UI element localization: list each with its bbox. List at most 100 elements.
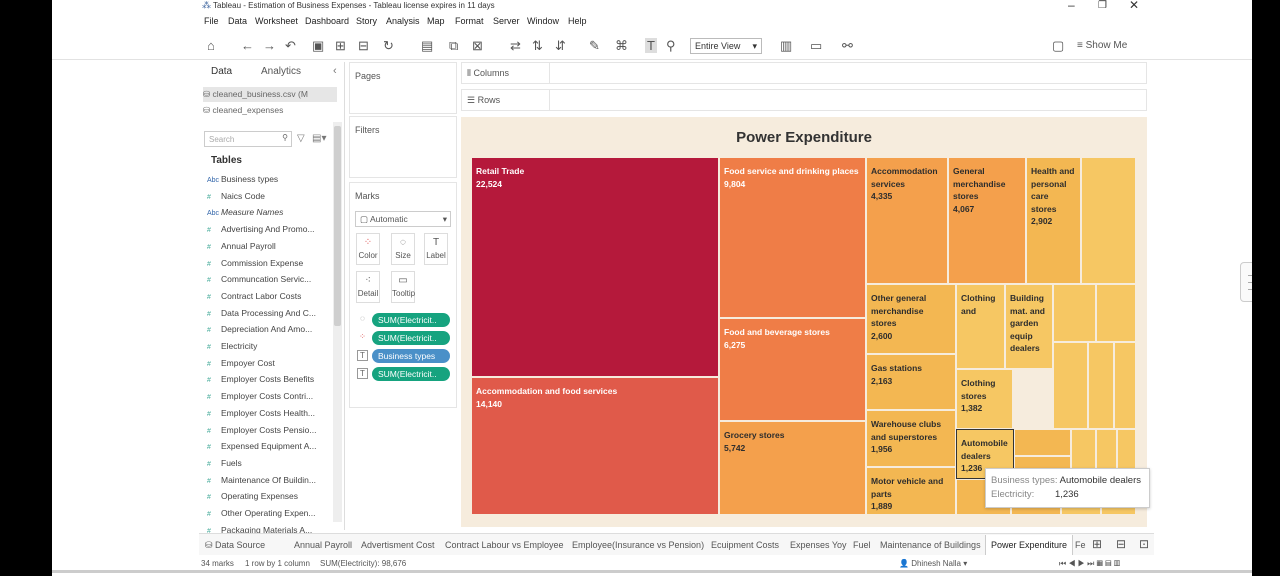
tab-fuel[interactable]: Fuel <box>853 540 871 550</box>
field-item[interactable]: # Empoyer Cost <box>207 358 329 374</box>
label-button[interactable]: T Label <box>424 233 448 265</box>
tab-data[interactable]: Data <box>211 66 232 77</box>
menu-server[interactable]: Server <box>493 16 520 26</box>
menu-window[interactable]: Window <box>527 16 559 26</box>
mark-type-dropdown[interactable]: ▢ Automatic ▾ <box>355 211 451 227</box>
filter-icon[interactable]: ▽ <box>297 133 305 144</box>
label-value-pill[interactable]: SUM(Electricit.. <box>372 367 450 381</box>
menu-worksheet[interactable]: Worksheet <box>255 16 298 26</box>
tab-data-source[interactable]: ⛁ Data Source <box>205 540 265 551</box>
clear-sheet-icon[interactable]: ⊠ <box>472 38 483 54</box>
field-item[interactable]: # Employer Costs Health... <box>207 408 329 424</box>
scrollbar-thumb[interactable] <box>334 126 341 326</box>
treemap-cell[interactable]: Food service and drinking places 9,804 <box>719 157 866 318</box>
field-item[interactable]: # Commission Expense <box>207 258 329 274</box>
field-item[interactable]: Abc Measure Names <box>207 207 329 223</box>
new-worksheet-icon[interactable]: ▤ <box>421 38 433 54</box>
show-hide-cards-icon[interactable]: ▥ <box>780 38 792 54</box>
treemap-cell[interactable]: Accommodation services 4,335 <box>866 157 948 284</box>
field-item[interactable]: # Depreciation And Amo... <box>207 324 329 340</box>
field-item[interactable]: # Communcation Servic... <box>207 274 329 290</box>
treemap-cell[interactable]: Warehouse clubs and superstores 1,956 <box>866 410 956 467</box>
menu-story[interactable]: Story <box>356 16 377 26</box>
treemap-cell[interactable]: Clothing stores 1,382 <box>956 369 1013 429</box>
color-pill[interactable]: SUM(Electricit.. <box>372 331 450 345</box>
show-me-button[interactable]: ≡ Show Me <box>1077 40 1127 51</box>
menu-help[interactable]: Help <box>568 16 587 26</box>
field-item[interactable]: # Employer Costs Pensio... <box>207 425 329 441</box>
field-item[interactable]: Abc Business types <box>207 174 329 190</box>
fit-dropdown[interactable]: Entire View ▾ <box>690 38 762 54</box>
tab-expenses-yoy[interactable]: Expenses Yoy <box>790 540 847 550</box>
field-item[interactable]: # Maintenance Of Buildin... <box>207 475 329 491</box>
tab-contract-labour[interactable]: Contract Labour vs Employee <box>445 540 564 550</box>
treemap-cell[interactable] <box>1053 284 1096 342</box>
new-dashboard-icon[interactable]: ⊟ <box>1116 537 1126 551</box>
new-datasource-icon[interactable]: ⊞ <box>335 38 346 54</box>
treemap-cell[interactable]: Motor vehicle and parts 1,889 <box>866 467 956 515</box>
treemap-cell[interactable] <box>1114 342 1136 429</box>
duplicate-icon[interactable]: ⧉ <box>449 38 458 54</box>
treemap-cell[interactable]: Building mat. and garden equip dealers <box>1005 284 1053 369</box>
treemap-cell[interactable]: Retail Trade 22,524 <box>471 157 719 377</box>
menu-format[interactable]: Format <box>455 16 484 26</box>
treemap-cell[interactable]: Food and beverage stores 6,275 <box>719 318 866 421</box>
refresh-icon[interactable]: ↻ <box>383 38 394 54</box>
treemap-cell[interactable]: Grocery stores 5,742 <box>719 421 866 515</box>
detail-button[interactable]: ⁖ Detail <box>356 271 380 303</box>
datasource-business[interactable]: ⛁ cleaned_business.csv (M <box>203 87 337 102</box>
home-icon[interactable]: ⌂ <box>207 38 215 53</box>
swap-icon[interactable]: ⇄ <box>510 38 521 54</box>
back-icon[interactable]: ← <box>241 38 254 53</box>
field-item[interactable]: # Data Processing And C... <box>207 308 329 324</box>
treemap-cell[interactable]: Clothing and <box>956 284 1005 369</box>
collapse-icon[interactable]: ‹ <box>333 65 337 77</box>
highlight-icon[interactable]: ✎ <box>589 38 600 54</box>
field-item[interactable]: # Electricity <box>207 341 329 357</box>
size-button[interactable]: ◌ Size <box>391 233 415 265</box>
sort-desc-icon[interactable]: ⇵ <box>555 38 566 54</box>
tab-fe[interactable]: Fe <box>1075 540 1086 550</box>
field-item[interactable]: # Other Operating Expen... <box>207 508 329 524</box>
field-item[interactable]: # Fuels <box>207 458 329 474</box>
rows-shelf[interactable]: ☰ Rows <box>461 89 1147 111</box>
comment-icon[interactable]: ▢ <box>1052 38 1064 54</box>
tab-annual-payroll[interactable]: Annual Payroll <box>294 540 352 550</box>
tab-ecuipment-costs[interactable]: Ecuipment Costs <box>711 540 779 550</box>
filters-shelf[interactable]: Filters <box>349 116 457 178</box>
tab-analytics[interactable]: Analytics <box>261 66 301 77</box>
view-options-icon[interactable]: ▤▾ <box>312 133 326 144</box>
treemap-cell[interactable]: Accommodation and food services 14,140 <box>471 377 719 515</box>
treemap-cell[interactable] <box>1014 429 1071 456</box>
menu-icon[interactable] <box>1240 262 1252 302</box>
field-item[interactable]: # Contract Labor Costs <box>207 291 329 307</box>
presentation-icon[interactable]: ▭ <box>810 38 822 54</box>
menu-data[interactable]: Data <box>228 16 247 26</box>
business-types-pill[interactable]: Business types <box>372 349 450 363</box>
sort-asc-icon[interactable]: ⇅ <box>532 38 543 54</box>
color-button[interactable]: ⁘ Color <box>356 233 380 265</box>
treemap-cell[interactable]: Gas stations 2,163 <box>866 354 956 410</box>
save-icon[interactable]: ▣ <box>312 38 324 54</box>
new-story-icon[interactable]: ⊡ <box>1139 537 1149 551</box>
field-item[interactable]: # Employer Costs Contri... <box>207 391 329 407</box>
field-item[interactable]: # Advertising And Promo... <box>207 224 329 240</box>
new-worksheet-icon[interactable]: ⊞ <box>1092 537 1102 551</box>
tab-power-expenditure[interactable]: Power Expenditure <box>985 535 1074 555</box>
field-item[interactable]: # Operating Expenses <box>207 491 329 507</box>
close-icon[interactable]: ✕ <box>1129 0 1139 12</box>
minimize-icon[interactable]: – <box>1068 0 1075 12</box>
tooltip-button[interactable]: ▭ Tooltip <box>391 271 415 303</box>
pause-updates-icon[interactable]: ⊟ <box>358 38 369 54</box>
treemap-cell[interactable]: General merchandise stores 4,067 <box>948 157 1026 284</box>
treemap-cell[interactable] <box>1053 342 1088 429</box>
treemap-cell[interactable] <box>1096 284 1136 342</box>
columns-shelf[interactable]: ⦀ Columns <box>461 62 1147 84</box>
menu-analysis[interactable]: Analysis <box>386 16 420 26</box>
treemap-cell[interactable]: Health and personal care stores 2,902 <box>1026 157 1081 284</box>
sheet-nav-icon[interactable]: ⏮ ◀ ▶ ⏭ ▦ ▤ ▥ <box>1059 559 1120 569</box>
user-menu[interactable]: 👤 Dhinesh Nalla ▾ <box>899 559 967 568</box>
tab-advertisment-cost[interactable]: Advertisment Cost <box>361 540 435 550</box>
treemap-cell[interactable]: Other general merchandise stores 2,600 <box>866 284 956 354</box>
treemap-cell[interactable] <box>1088 342 1114 429</box>
